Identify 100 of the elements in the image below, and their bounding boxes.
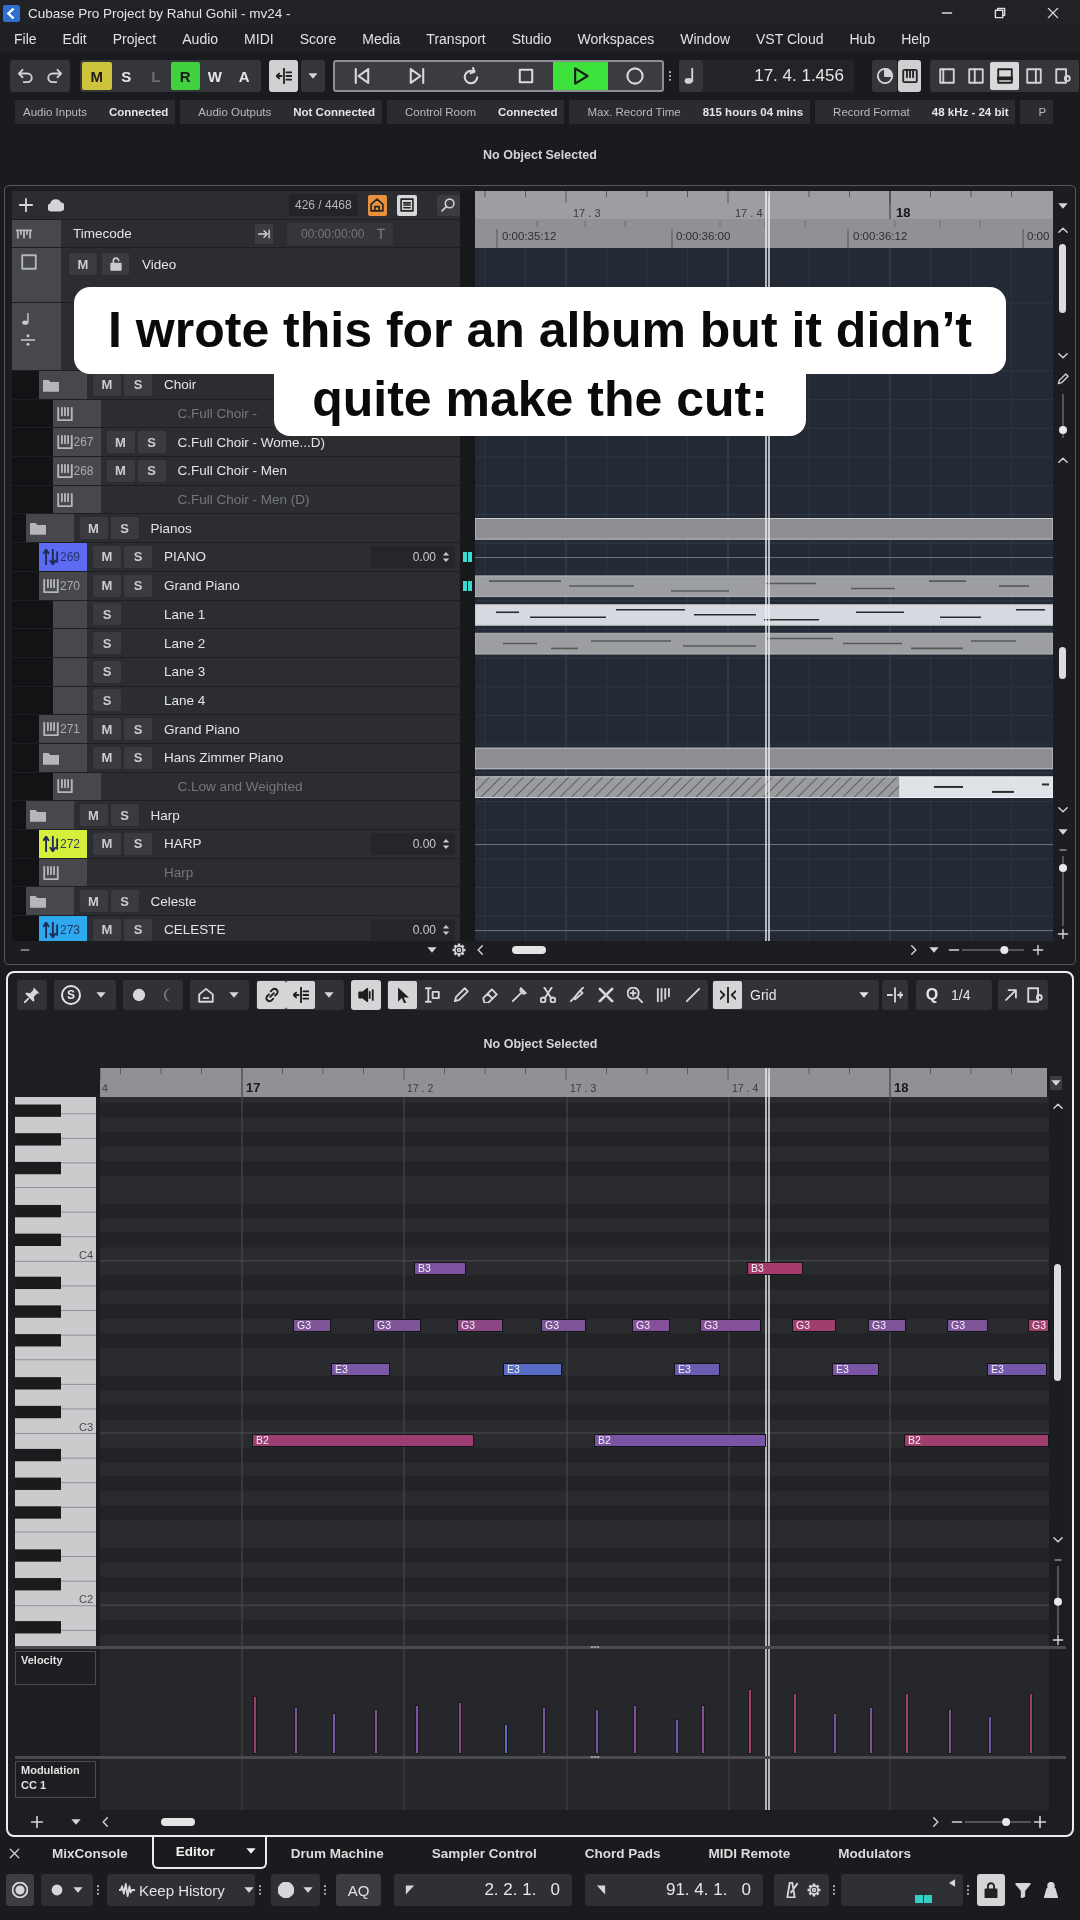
midi-note[interactable]: E3	[987, 1362, 1047, 1376]
keyboard-button[interactable]	[898, 60, 921, 92]
time-base-button[interactable]	[6, 1874, 34, 1906]
midi-note[interactable]: E3	[331, 1362, 390, 1376]
velocity-bar[interactable]	[374, 1709, 378, 1754]
track-row[interactable]: S Lane 1	[12, 600, 460, 630]
velocity-bar[interactable]	[948, 1709, 952, 1754]
track-row[interactable]: M S Harp	[12, 801, 460, 830]
lane-label-box[interactable]: Velocity	[15, 1651, 96, 1685]
mute-button[interactable]: M	[79, 890, 108, 913]
gear-icon[interactable]	[452, 943, 466, 957]
mute-button[interactable]: M	[106, 459, 135, 482]
midi-note[interactable]: G3	[868, 1319, 906, 1333]
solo-button[interactable]: S	[93, 632, 121, 655]
track-header[interactable]: 272	[39, 830, 87, 858]
arrow-up-right-icon[interactable]	[1003, 987, 1019, 1003]
midi-note[interactable]: G3	[632, 1319, 670, 1333]
track-row[interactable]: M S Hans Zimmer Piano	[12, 743, 460, 773]
list-button[interactable]	[397, 194, 417, 216]
plus-icon[interactable]	[30, 1815, 44, 1829]
pin-button[interactable]	[17, 980, 47, 1010]
midi-part[interactable]	[475, 575, 1053, 598]
midi-note[interactable]: B2	[594, 1434, 766, 1448]
mute-button[interactable]: M	[93, 746, 121, 769]
velocity-bar[interactable]	[253, 1696, 257, 1754]
value-field[interactable]: 0.00	[371, 545, 455, 568]
menu-item[interactable]: VST Cloud	[756, 31, 824, 47]
tab[interactable]: Sampler Control	[407, 1837, 561, 1869]
menu-item[interactable]: Workspaces	[577, 31, 655, 47]
speaker-button[interactable]	[351, 980, 381, 1010]
solo-button[interactable]: S	[124, 373, 152, 396]
tab[interactable]: Drum Machine	[266, 1837, 408, 1869]
lane-label-box[interactable]: Modulation CC 1	[15, 1761, 96, 1798]
tab[interactable]: Modulators	[814, 1837, 936, 1869]
piano-keyboard[interactable]	[15, 1097, 96, 1646]
track-row[interactable]: 269 M S PIANO 0.00	[12, 543, 460, 572]
plus-icon[interactable]	[1033, 1815, 1047, 1829]
menu-item[interactable]: Edit	[62, 31, 87, 47]
menu-item[interactable]: File	[14, 31, 37, 47]
midi-note[interactable]: B3	[414, 1262, 466, 1276]
track-header[interactable]: 270	[39, 571, 87, 600]
minus-icon[interactable]	[1051, 1556, 1064, 1564]
velocity-bar[interactable]	[833, 1713, 837, 1754]
plus-icon[interactable]	[1051, 1634, 1064, 1646]
automation-button[interactable]	[269, 60, 298, 92]
velocity-bar[interactable]	[748, 1689, 752, 1754]
track-row[interactable]: S Lane 2	[12, 629, 460, 658]
solo-button[interactable]: S	[137, 431, 166, 454]
filter-icon[interactable]	[1015, 1882, 1031, 1898]
solo-button[interactable]: S	[124, 746, 152, 769]
scroll-thumb[interactable]	[1059, 244, 1066, 313]
tab[interactable]: Editor	[151, 1835, 267, 1869]
pencil-icon[interactable]	[1056, 372, 1069, 386]
mute-button[interactable]: M	[93, 832, 121, 855]
track-row[interactable]: Timecode 00:00:00:00	[12, 220, 460, 248]
solo-button[interactable]: S	[110, 804, 139, 827]
undo-icon[interactable]	[17, 68, 33, 84]
tab[interactable]: MixConsole	[28, 1837, 152, 1869]
track-row[interactable]: 273 M S CELESTE 0.00	[12, 916, 460, 941]
zoom-slider[interactable]	[1052, 1566, 1063, 1634]
mute-button[interactable]: M	[93, 373, 121, 396]
mute-button[interactable]: M	[93, 918, 121, 941]
solo-button[interactable]: S	[110, 517, 139, 540]
menu-item[interactable]: Project	[112, 31, 157, 47]
menu-item[interactable]: Studio	[511, 31, 552, 47]
midi-note[interactable]: E3	[503, 1362, 562, 1376]
velocity-bar[interactable]	[332, 1713, 336, 1754]
midi-note[interactable]: G3	[293, 1319, 331, 1333]
gear-icon[interactable]	[806, 1883, 821, 1897]
mode-button[interactable]: R	[170, 62, 200, 90]
play-button[interactable]	[553, 62, 608, 90]
midi-note[interactable]: G3	[373, 1319, 421, 1333]
menu-item[interactable]: Window	[680, 31, 731, 47]
velocity-bar[interactable]	[988, 1716, 992, 1754]
aq-button[interactable]: AQ	[336, 1874, 381, 1906]
velocity-bar[interactable]	[905, 1693, 909, 1754]
mute-button[interactable]: M	[69, 253, 97, 275]
velocity-bar[interactable]	[701, 1705, 705, 1754]
velocity-bar[interactable]	[458, 1702, 462, 1754]
insert-button[interactable]	[286, 981, 315, 1009]
track-row[interactable]: S Lane 4	[12, 686, 460, 716]
solo-button[interactable]: S	[110, 890, 139, 913]
tab[interactable]: MIDI Remote	[684, 1837, 815, 1869]
mode-button[interactable]: W	[200, 62, 230, 90]
mute-button[interactable]: M	[79, 517, 108, 540]
snap-type-dropdown[interactable]: Grid	[742, 981, 878, 1009]
track-row[interactable]: M S Pianos	[12, 514, 460, 544]
mute-button[interactable]: M	[79, 804, 108, 827]
midi-note[interactable]: E3	[832, 1362, 879, 1376]
midi-note[interactable]: E3	[674, 1362, 720, 1376]
left-locator-field[interactable]: 2. 2. 1. 0	[394, 1874, 572, 1906]
solo-button[interactable]: S	[124, 574, 152, 597]
menu-item[interactable]: Hub	[849, 31, 876, 47]
track-row[interactable]: S Lane 3	[12, 657, 460, 687]
minus-bar-plus-icon[interactable]	[887, 987, 903, 1003]
velocity-bar[interactable]	[415, 1705, 419, 1754]
link-button[interactable]	[257, 981, 286, 1009]
zoom-slider[interactable]	[1057, 856, 1068, 926]
solo-button[interactable]: S	[93, 660, 121, 683]
track-header[interactable]: 271	[39, 715, 87, 743]
